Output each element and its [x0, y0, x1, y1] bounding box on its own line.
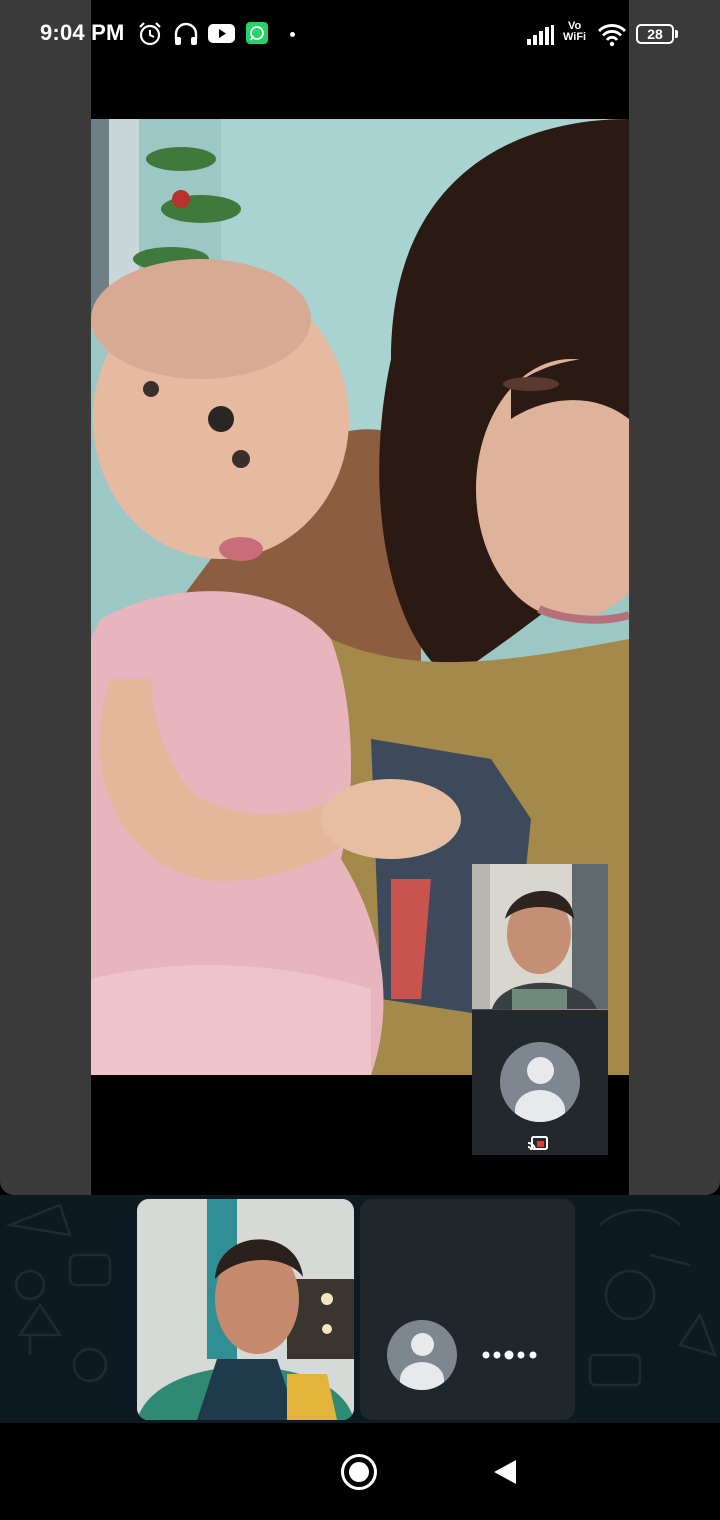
- vowifi-indicator: Vo WiFi: [563, 20, 587, 43]
- youtube-icon: [208, 24, 235, 43]
- status-time: 9:04 PM: [40, 20, 125, 45]
- whatsapp-video-call-screen: 9:04 PM Vo WiFi 28: [0, 0, 720, 1520]
- back-button[interactable]: [494, 1460, 516, 1484]
- cast-icon: [528, 1136, 548, 1150]
- avatar-icon: [500, 1042, 580, 1122]
- status-bar: 9:04 PM Vo WiFi 28: [0, 0, 720, 70]
- battery-tip: [675, 30, 678, 38]
- home-button[interactable]: [341, 1454, 377, 1490]
- battery-icon: 28: [636, 24, 674, 44]
- participant-tile-self[interactable]: [137, 1199, 354, 1420]
- alarm-icon: [139, 22, 161, 46]
- self-preview-video[interactable]: [472, 864, 608, 1009]
- self-preview-frame: [472, 864, 608, 1009]
- participant-tile-ringing[interactable]: [360, 1199, 575, 1420]
- more-notifications-dot: [290, 32, 295, 37]
- pip-avatar-tile[interactable]: [472, 1010, 608, 1155]
- signal-icon: [527, 25, 554, 45]
- avatar-icon: [387, 1320, 457, 1390]
- headset-icon: [174, 22, 198, 45]
- ringing-dots-icon: [482, 1350, 537, 1360]
- whatsapp-icon: [246, 22, 268, 44]
- participant-video: [137, 1199, 354, 1420]
- wifi-icon: [597, 24, 627, 47]
